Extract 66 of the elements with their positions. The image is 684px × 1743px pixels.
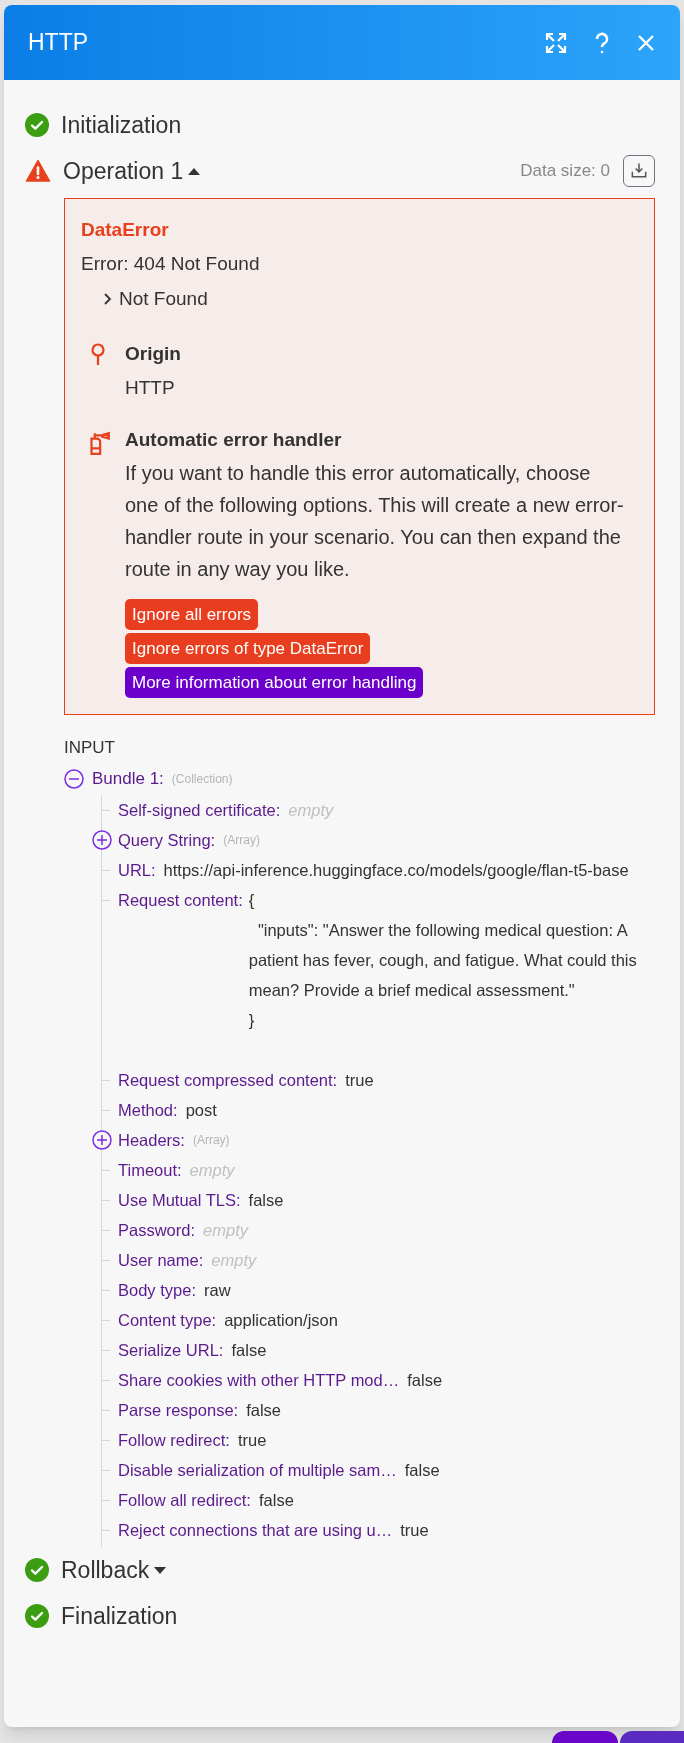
field-value: true — [345, 1070, 374, 1091]
round-button[interactable] — [620, 1731, 684, 1743]
caret-down-icon[interactable] — [153, 1564, 168, 1576]
field-label: Use Mutual TLS: — [118, 1190, 241, 1211]
tree-label: Bundle 1: — [92, 768, 164, 791]
collapse-icon[interactable] — [64, 769, 84, 789]
expand-icon[interactable] — [92, 1130, 112, 1150]
field-label: Follow all redirect: — [118, 1490, 251, 1511]
field-label: Parse response: — [118, 1400, 239, 1421]
field-value: false — [248, 1190, 284, 1211]
field-value: application/json — [224, 1310, 338, 1331]
step-title[interactable]: Initialization — [61, 107, 182, 143]
action-button[interactable]: More information about error handling — [125, 667, 424, 698]
field-label: Request content: — [118, 890, 243, 911]
field-label: Content type: — [118, 1310, 217, 1331]
error-message: Error: 404 Not Found — [81, 252, 261, 276]
field-label: Follow redirect: — [118, 1430, 230, 1451]
expand-icon[interactable] — [92, 830, 112, 850]
field-value: https://api-inference.huggingface.co/models/google/flan-t5-base — [163, 860, 629, 881]
close-icon[interactable] — [636, 32, 656, 53]
field-label: Request compressed content: — [118, 1070, 338, 1091]
field-value: post — [185, 1100, 217, 1121]
field-value: false — [407, 1370, 443, 1391]
step-title[interactable]: Finalization — [61, 1598, 178, 1634]
download-button[interactable] — [623, 155, 655, 187]
field-label: Reject connections that are using u… — [118, 1520, 393, 1541]
type-label: (Array) — [223, 832, 260, 849]
field-label: URL: — [118, 860, 156, 881]
field-value: false — [246, 1400, 281, 1421]
field-label: Timeout: — [118, 1160, 182, 1181]
field-label: Disable serialization of multiple sam… — [118, 1460, 397, 1481]
field-label: Serialize URL: — [118, 1340, 224, 1361]
field-value: true — [237, 1430, 267, 1451]
field-value: true — [400, 1520, 429, 1541]
action-button[interactable]: Ignore all errors — [125, 599, 259, 630]
field-label: Method: — [118, 1100, 178, 1121]
field-value: false — [404, 1460, 440, 1481]
section-heading: Origin — [125, 342, 181, 366]
round-button[interactable] — [552, 1731, 618, 1743]
data-size-label: Data size: 0 — [520, 160, 610, 183]
field-value: { "inputs": "Answer the following medical question: A patient has fever, cough, and fatigue. What could this mean? Provide a brief medical assessment." } — [248, 890, 638, 1031]
detail-toggle[interactable]: Not Found — [101, 281, 638, 317]
section-heading: INPUT — [64, 737, 116, 759]
step-title[interactable]: Operation 1 — [63, 153, 184, 189]
field-label: Body type: — [118, 1280, 196, 1301]
pin-icon — [89, 343, 107, 367]
field-value: false — [258, 1490, 294, 1511]
field-label: Headers: — [118, 1130, 185, 1151]
field-label: Query String: — [118, 830, 216, 851]
download-icon — [629, 161, 649, 181]
section-heading: Automatic error handler — [125, 428, 343, 452]
window-title: HTTP — [28, 28, 90, 58]
field-label: User name: — [118, 1250, 204, 1271]
field-value: raw — [203, 1280, 231, 1301]
type-label: (Collection) — [171, 771, 233, 788]
origin-value: HTTP — [125, 376, 176, 400]
handler-description: If you want to handle this error automatically, choose one of the following options. This will create a new error-handler route in your scenario. You can then expand the route in any way you like. — [125, 461, 625, 582]
step-title[interactable]: Rollback — [61, 1552, 150, 1588]
error-title: DataError — [81, 218, 170, 242]
action-button[interactable]: Ignore errors of type DataError — [125, 633, 371, 664]
expand-icon[interactable] — [544, 30, 568, 55]
field-label: Password: — [118, 1220, 196, 1241]
field-value: false — [231, 1340, 267, 1361]
field-label: Self-signed certificate: — [118, 800, 281, 821]
type-label: (Array) — [192, 1132, 230, 1149]
field-label: Share cookies with other HTTP mod… — [118, 1370, 400, 1391]
